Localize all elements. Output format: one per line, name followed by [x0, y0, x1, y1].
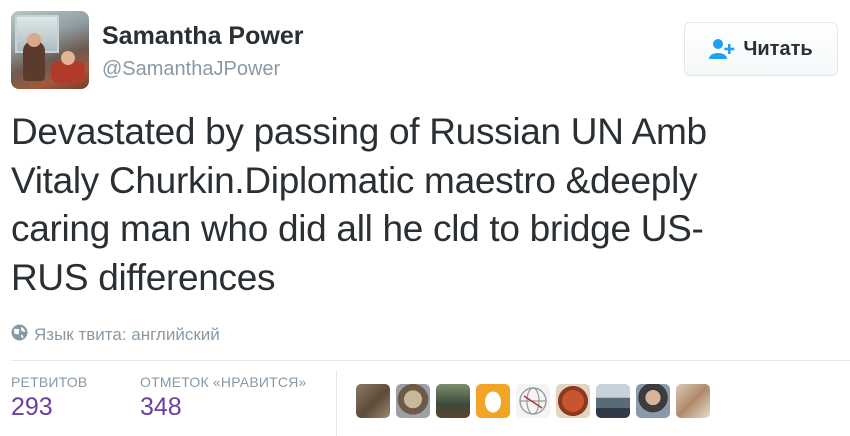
- follow-user-icon: [709, 38, 735, 60]
- tweet-text: Devastated by passing of Russian UN Amb …: [11, 108, 836, 302]
- avatar-head-2: [61, 51, 75, 65]
- retweets-stat[interactable]: РЕТВИТОВ 293: [11, 374, 87, 422]
- tweet-text-line: Devastated by passing of Russian UN Amb: [11, 111, 707, 152]
- divider: [11, 360, 850, 361]
- liker-avatar-4-egg[interactable]: [476, 384, 510, 418]
- tweet-language-text: Язык твита: английский: [34, 325, 220, 344]
- author-name[interactable]: Samantha Power: [102, 22, 303, 51]
- avatar-figure-1: [23, 41, 45, 81]
- liker-avatar-5-globe[interactable]: [516, 384, 550, 418]
- stats-divider: [336, 370, 337, 436]
- tweet-text-line: caring man who did all he cld to bridge …: [11, 208, 704, 249]
- follow-button-label: Читать: [743, 37, 813, 60]
- liker-avatar-3[interactable]: [436, 384, 470, 418]
- liker-avatar-2[interactable]: [396, 384, 430, 418]
- tweet-text-line: RUS differences: [11, 256, 276, 298]
- egg-icon: [485, 391, 501, 413]
- liker-avatar-9[interactable]: [676, 384, 710, 418]
- liker-avatar-1[interactable]: [356, 384, 390, 418]
- likes-count: 348: [140, 393, 182, 421]
- likes-stat[interactable]: ОТМЕТОК «НРАВИТСЯ» 348: [140, 374, 307, 422]
- tweet-text-line: Vitaly Churkin.Diplomatic maestro &deepl…: [11, 159, 698, 201]
- globe-logo-icon: [519, 387, 547, 415]
- avatar-head-1: [27, 33, 41, 47]
- tweet-card: Samantha Power @SamanthaJPower Читать De…: [0, 0, 850, 436]
- follow-button[interactable]: Читать: [684, 22, 838, 76]
- author-avatar[interactable]: [11, 11, 89, 89]
- liker-avatar-7[interactable]: [596, 384, 630, 418]
- likes-label: ОТМЕТОК «НРАВИТСЯ»: [140, 374, 307, 390]
- tweet-language[interactable]: Язык твита: английский: [11, 324, 220, 346]
- author-handle[interactable]: @SamanthaJPower: [102, 58, 280, 81]
- retweets-label: РЕТВИТОВ: [11, 374, 88, 390]
- likers-list: [356, 384, 710, 418]
- liker-avatar-6-emblem[interactable]: [556, 384, 590, 418]
- retweets-count: 293: [11, 393, 53, 421]
- globe-icon: [11, 324, 28, 346]
- liker-avatar-8[interactable]: [636, 384, 670, 418]
